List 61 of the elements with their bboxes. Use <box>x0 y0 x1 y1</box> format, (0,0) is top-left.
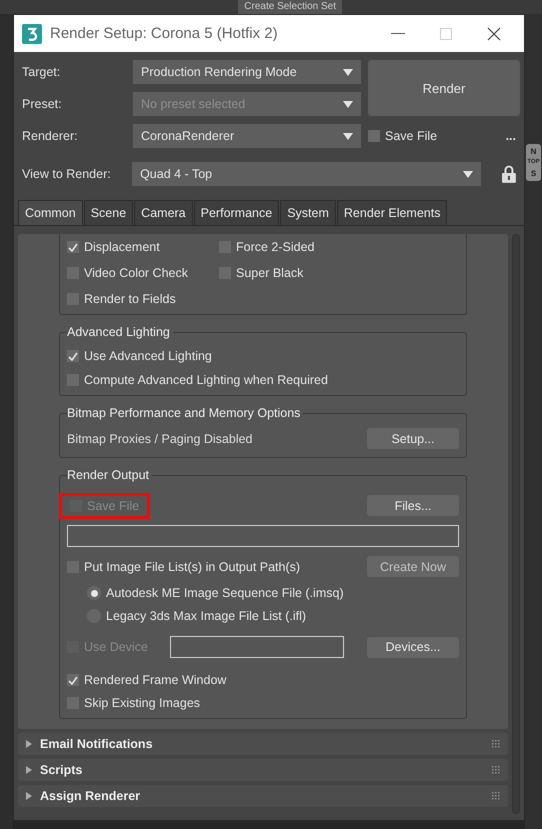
tab[interactable]: Render Elements <box>336 200 448 225</box>
expand-arrow-icon <box>26 792 32 800</box>
grip-icon <box>492 740 500 748</box>
dropdown[interactable]: Production Rendering Mode <box>133 60 361 84</box>
rollout-header[interactable]: Scripts <box>18 759 508 781</box>
tab[interactable]: System <box>280 200 336 225</box>
radio-option[interactable]: Autodesk ME Image Sequence File (.imsq) <box>87 586 344 600</box>
files-button[interactable]: Files... <box>367 495 459 516</box>
checkbox[interactable]: Use Advanced Lighting <box>67 349 212 363</box>
render-button[interactable]: Render <box>368 60 520 116</box>
setup-button[interactable]: Setup... <box>367 428 459 449</box>
tab[interactable]: Performance <box>194 200 280 225</box>
close-icon <box>487 26 501 40</box>
checkbox[interactable]: Displacement <box>67 240 219 254</box>
dropdown-caret-icon <box>343 132 353 140</box>
checkbox[interactable]: Compute Advanced Lighting when Required <box>67 373 328 387</box>
radio-option[interactable]: Legacy 3ds Max Image File List (.ifl) <box>87 609 306 623</box>
dropdown-caret-icon <box>343 68 353 76</box>
group-title: Advanced Lighting <box>67 325 173 339</box>
app-logo-icon <box>22 24 42 44</box>
checkbox[interactable]: Force 2-Sided <box>219 240 459 254</box>
checkmark-icon <box>68 676 78 684</box>
checkbox[interactable]: Render to Fields <box>67 292 219 306</box>
devices-button[interactable]: Devices... <box>366 636 459 658</box>
output-path-field[interactable] <box>67 525 459 547</box>
checkbox[interactable]: Rendered Frame Window <box>67 673 226 687</box>
group-title: Render Output <box>67 468 152 482</box>
dropdown[interactable]: Quad 4 - Top <box>132 162 482 186</box>
dropdown-caret-icon <box>463 170 474 178</box>
tab[interactable]: Common <box>18 200 83 225</box>
expand-arrow-icon <box>26 766 32 774</box>
radio-button[interactable] <box>87 586 101 600</box>
field-label: View to Render: <box>22 167 112 181</box>
field-label: Preset: <box>22 97 63 111</box>
checkmark-icon <box>68 352 78 360</box>
rollout-header[interactable]: Email Notifications <box>18 733 508 755</box>
grip-icon <box>492 792 500 800</box>
checkbox[interactable]: Super Black <box>219 266 459 280</box>
checkbox[interactable]: Save File <box>368 129 438 143</box>
maximize-icon <box>440 28 452 40</box>
rollout-header[interactable]: Assign Renderer <box>18 785 508 807</box>
more-button[interactable]: ... <box>502 129 520 143</box>
checkbox[interactable]: Skip Existing Images <box>67 696 200 710</box>
grip-icon <box>492 766 500 774</box>
field-label: Target: <box>22 65 62 79</box>
device-field[interactable] <box>170 636 344 658</box>
expand-arrow-icon <box>26 740 32 748</box>
lock-icon[interactable] <box>502 165 516 183</box>
dropdown[interactable]: CoronaRenderer <box>133 124 361 148</box>
window-title: Render Setup: Corona 5 (Hotfix 2) <box>50 25 279 42</box>
checkmark-icon <box>68 242 78 252</box>
tab[interactable]: Scene <box>84 200 134 225</box>
checkbox[interactable]: Put Image File List(s) in Output Path(s) <box>67 560 300 574</box>
status-text: Bitmap Proxies / Paging Disabled <box>67 432 253 446</box>
dropdown-caret-icon <box>343 100 353 108</box>
checkbox[interactable]: Video Color Check <box>67 266 219 280</box>
tab[interactable]: Camera <box>134 200 193 225</box>
minimize-icon <box>391 32 405 34</box>
field-label: Renderer: <box>22 129 79 143</box>
group-title: Bitmap Performance and Memory Options <box>67 406 304 420</box>
toolbar-label[interactable]: Create Selection Set <box>238 0 342 14</box>
